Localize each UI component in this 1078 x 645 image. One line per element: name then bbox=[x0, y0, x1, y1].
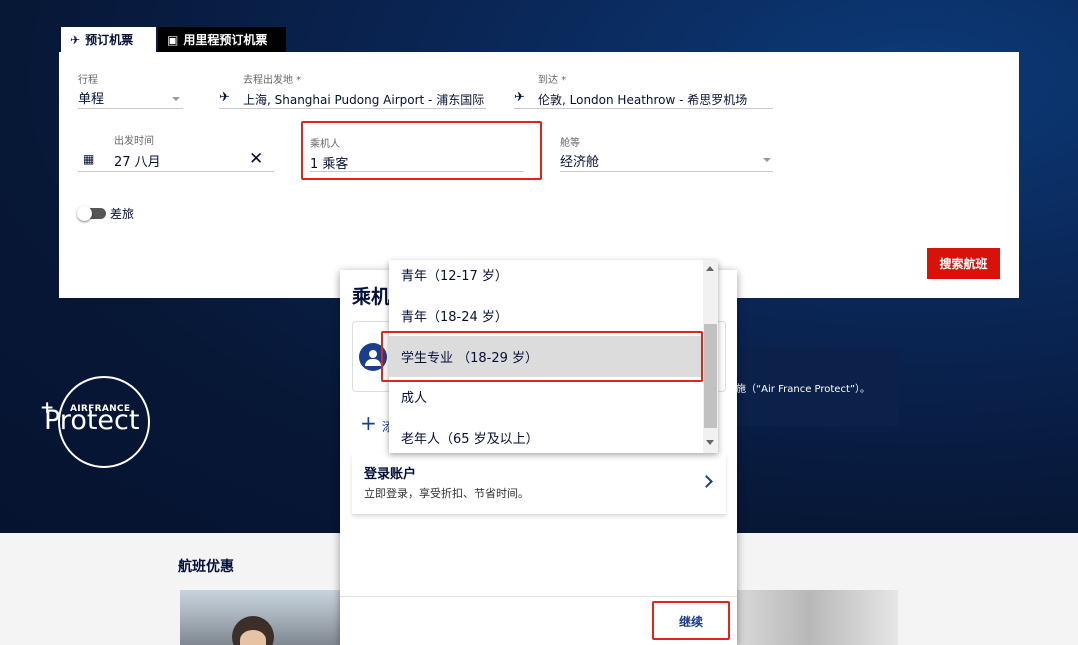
scroll-up-icon[interactable] bbox=[706, 266, 714, 271]
user-icon-body bbox=[365, 359, 381, 366]
offers-title: 航班优惠 bbox=[178, 559, 234, 575]
chevron-down-icon bbox=[172, 97, 180, 101]
destination-label: 到达 * bbox=[538, 75, 567, 86]
business-travel-toggle[interactable] bbox=[77, 206, 106, 221]
login-subtitle: 立即登录，享受折扣、节省时间。 bbox=[364, 487, 529, 500]
departure-plane-icon: ✈ bbox=[219, 90, 230, 105]
offer-image-2[interactable] bbox=[737, 590, 898, 645]
trip-type-label: 行程 bbox=[78, 75, 98, 86]
option-label: 青年（12-17 岁） bbox=[401, 269, 508, 284]
destination-value: 伦敦, London Heathrow - 希思罗机场 bbox=[538, 93, 748, 107]
tab-book-with-miles[interactable]: ▣ 用里程预订机票 bbox=[158, 27, 286, 52]
continue-highlight bbox=[652, 601, 730, 640]
scroll-down-icon[interactable] bbox=[706, 440, 714, 445]
option-label: 成人 bbox=[401, 391, 428, 406]
plane-icon: ✈ bbox=[70, 32, 81, 47]
origin-label: 去程出发地 * bbox=[243, 75, 302, 86]
chevron-down-icon bbox=[763, 158, 771, 162]
passenger-type-option[interactable]: 老年人（65 岁及以上） bbox=[389, 417, 703, 453]
date-label: 出发时间 bbox=[114, 136, 154, 147]
add-icon[interactable]: + bbox=[360, 413, 377, 433]
option-label: 青年（18-24 岁） bbox=[401, 310, 508, 325]
date-value: 27 八月 bbox=[114, 155, 161, 170]
search-flights-button[interactable]: 搜索航班 bbox=[927, 248, 1000, 279]
clear-date-icon[interactable]: ✕ bbox=[249, 149, 263, 169]
origin-value: 上海, Shanghai Pudong Airport - 浦东国际 bbox=[243, 93, 485, 107]
passenger-type-option[interactable]: 青年（18-24 岁） bbox=[389, 295, 703, 336]
modal-footer-divider bbox=[340, 596, 737, 597]
selected-option-highlight bbox=[381, 331, 703, 382]
passengers-highlight bbox=[301, 121, 542, 180]
logo-product-text: Protect bbox=[44, 405, 140, 436]
modal-title: 乘机 bbox=[352, 286, 391, 308]
calendar-icon: ▦ bbox=[83, 152, 95, 166]
dropdown-scroll-thumb[interactable] bbox=[704, 324, 717, 428]
miles-icon: ▣ bbox=[167, 32, 179, 47]
date-field[interactable] bbox=[78, 150, 274, 172]
passenger-type-option[interactable]: 青年（12-17 岁） bbox=[389, 260, 703, 295]
user-icon-head bbox=[369, 350, 377, 358]
business-travel-label: 差旅 bbox=[110, 207, 135, 221]
tab-label: 预订机票 bbox=[85, 33, 134, 47]
person-face bbox=[240, 630, 266, 645]
tab-label: 用里程预订机票 bbox=[183, 33, 268, 47]
promo-info-text: 施（“Air France Protect”）。 bbox=[736, 384, 871, 395]
arrival-plane-icon: ✈ bbox=[514, 90, 525, 105]
cabin-label: 舱等 bbox=[560, 138, 580, 149]
trip-type-value: 单程 bbox=[78, 92, 105, 107]
toggle-knob bbox=[77, 206, 92, 221]
login-title: 登录账户 bbox=[364, 467, 417, 482]
passenger-type-option[interactable]: 成人 bbox=[389, 376, 703, 417]
cabin-value: 经济舱 bbox=[560, 155, 600, 170]
option-label: 老年人（65 岁及以上） bbox=[401, 432, 539, 447]
tab-book-flight[interactable]: ✈ 预订机票 bbox=[61, 27, 156, 52]
